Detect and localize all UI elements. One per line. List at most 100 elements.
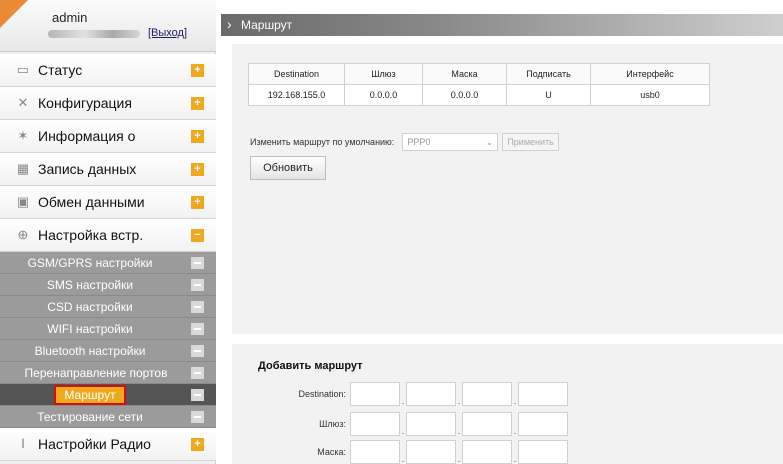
minus-icon <box>191 301 204 313</box>
user-box: admin [Выход] <box>0 0 216 52</box>
menu-item-info[interactable]: ✶ Информация о + <box>0 120 216 153</box>
sidebar: admin [Выход] ▭ Статус + ✕ Конфигурация … <box>0 0 216 464</box>
submenu-label: Bluetooth настройки <box>34 343 146 358</box>
gateway-octet-2[interactable] <box>406 412 456 436</box>
destination-octet-1[interactable] <box>350 382 400 406</box>
corner-ribbon <box>0 0 28 28</box>
calendar-icon: ▦ <box>16 161 30 176</box>
destination-octet-3[interactable] <box>462 382 512 406</box>
mask-row: Маска: . . . <box>232 440 568 464</box>
menu-item-settings[interactable]: ⊕ Настройка встр. − <box>0 219 216 252</box>
mask-octet-1[interactable] <box>350 440 400 464</box>
blurred-info <box>48 30 140 38</box>
submenu-bluetooth[interactable]: Bluetooth настройки <box>0 340 216 362</box>
minus-icon <box>191 257 204 269</box>
expand-plus-icon[interactable]: + <box>191 64 204 77</box>
destination-row: Destination: . . . <box>232 382 568 406</box>
expand-plus-icon[interactable]: + <box>191 196 204 209</box>
menu-label: Обмен данными <box>38 194 145 210</box>
username: admin <box>52 10 88 25</box>
submenu-label: WIFI настройки <box>47 321 133 336</box>
submenu-label: GSM/GPRS настройки <box>27 255 153 270</box>
logout-link[interactable]: [Выход] <box>148 27 187 39</box>
menu-label: Настройки Радио <box>38 436 151 452</box>
submenu-csd[interactable]: CSD настройки <box>0 296 216 318</box>
table-row: 192.168.155.0 0.0.0.0 0.0.0.0 U usb0 <box>248 84 710 106</box>
expand-plus-icon[interactable]: + <box>191 97 204 110</box>
menu-item-data-exchange[interactable]: ▣ Обмен данными + <box>0 186 216 219</box>
column-header: Подписать <box>506 63 591 85</box>
submenu-network-test[interactable]: Тестирование сети <box>0 406 216 428</box>
destination-octet-4[interactable] <box>518 382 568 406</box>
mask-label: Маска: <box>317 447 346 457</box>
routes-table: Destination Шлюз Маска Подписать Интерфе… <box>248 63 710 106</box>
page-header: › Маршрут <box>221 14 783 36</box>
menu-item-data-log[interactable]: ▦ Запись данных + <box>0 153 216 186</box>
expand-plus-icon[interactable]: + <box>191 130 204 143</box>
table-cell: 192.168.155.0 <box>248 84 345 106</box>
gateway-row: Шлюз: . . . <box>232 412 568 436</box>
info-icon: ✶ <box>17 128 29 143</box>
add-route-panel: Добавить маршрут Destination: . . . Шлюз… <box>232 344 783 464</box>
submenu-label: Маршрут <box>54 384 126 405</box>
table-header-row: Destination Шлюз Маска Подписать Интерфе… <box>248 63 710 85</box>
menu-label: Информация о <box>38 128 136 144</box>
submenu-label: Перенаправление портов <box>24 365 168 380</box>
submenu-gsm-gprs[interactable]: GSM/GPRS настройки <box>0 252 216 274</box>
default-route-row: Изменить маршрут по умолчанию: PPP0 ⌄ Пр… <box>250 133 559 151</box>
table-cell: 0.0.0.0 <box>422 84 507 106</box>
gateway-octet-3[interactable] <box>462 412 512 436</box>
column-header: Destination <box>248 63 345 85</box>
refresh-button[interactable]: Обновить <box>250 156 326 180</box>
destination-octet-2[interactable] <box>406 382 456 406</box>
gateway-label: Шлюз: <box>319 419 346 429</box>
submenu-sms[interactable]: SMS настройки <box>0 274 216 296</box>
column-header: Шлюз <box>344 63 423 85</box>
globe-icon: ⊕ <box>17 227 29 242</box>
minus-icon <box>191 411 204 423</box>
submenu-label: CSD настройки <box>47 299 133 314</box>
submenu-label: SMS настройки <box>46 277 134 292</box>
monitor-icon: ▭ <box>16 62 30 77</box>
mask-octet-4[interactable] <box>518 440 568 464</box>
expand-plus-icon[interactable]: + <box>191 163 204 176</box>
menu-label: Запись данных <box>38 161 137 177</box>
submenu-label: Тестирование сети <box>37 409 143 424</box>
default-route-select[interactable]: PPP0 ⌄ <box>402 133 499 151</box>
column-header: Интерфейс <box>590 63 710 85</box>
chevron-down-icon: ⌄ <box>485 136 494 147</box>
minus-icon <box>191 367 204 379</box>
submenu-route[interactable]: Маршрут <box>0 384 216 406</box>
menu-item-radio[interactable]: Ⅰ Настройки Радио + <box>0 428 216 461</box>
default-route-label: Изменить маршрут по умолчанию: <box>250 137 395 147</box>
network-icon: ▣ <box>16 194 30 209</box>
gateway-octet-4[interactable] <box>518 412 568 436</box>
expand-plus-icon[interactable]: + <box>191 438 204 451</box>
mask-octet-3[interactable] <box>462 440 512 464</box>
apply-button[interactable]: Применить <box>502 133 559 151</box>
mask-octet-2[interactable] <box>406 440 456 464</box>
add-route-title: Добавить маршрут <box>258 360 363 372</box>
menu-item-config[interactable]: ✕ Конфигурация + <box>0 87 216 120</box>
menu-label: Статус <box>38 62 83 78</box>
destination-label: Destination: <box>298 389 346 399</box>
collapse-minus-icon[interactable]: − <box>191 229 204 242</box>
submenu-wifi[interactable]: WIFI настройки <box>0 318 216 340</box>
table-cell: 0.0.0.0 <box>344 84 423 106</box>
gateway-octet-1[interactable] <box>350 412 400 436</box>
page-title: Маршрут <box>241 18 293 32</box>
table-cell: usb0 <box>590 84 710 106</box>
antenna-icon: Ⅰ <box>21 436 25 451</box>
chevron-right-icon: › <box>227 16 232 32</box>
settings-submenu: GSM/GPRS настройки SMS настройки CSD нас… <box>0 252 216 428</box>
routes-panel: Destination Шлюз Маска Подписать Интерфе… <box>232 44 783 334</box>
tools-icon: ✕ <box>17 95 29 110</box>
minus-icon <box>191 345 204 357</box>
minus-icon <box>191 279 204 291</box>
submenu-port-forwarding[interactable]: Перенаправление портов <box>0 362 216 384</box>
main-menu: ▭ Статус + ✕ Конфигурация + ✶ Информация… <box>0 54 216 461</box>
menu-label: Настройка встр. <box>38 227 144 243</box>
menu-item-status[interactable]: ▭ Статус + <box>0 54 216 87</box>
menu-label: Конфигурация <box>38 95 132 111</box>
table-cell: U <box>506 84 591 106</box>
